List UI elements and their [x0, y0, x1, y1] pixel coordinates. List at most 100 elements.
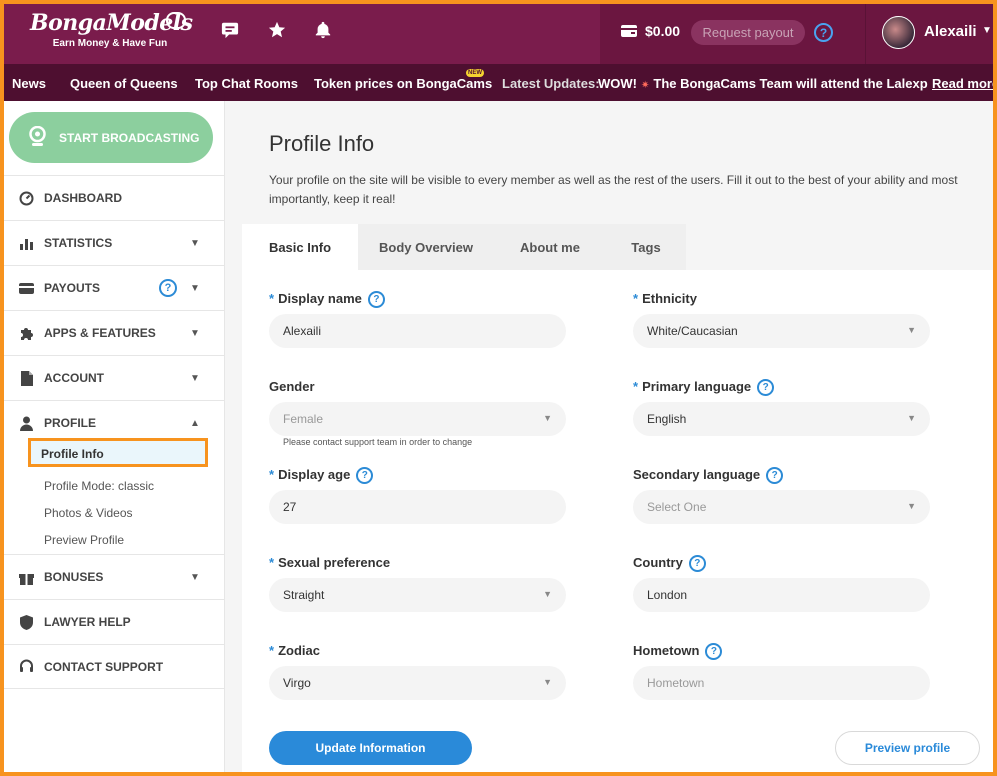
- chevron-down-icon: ▼: [907, 413, 916, 423]
- main-content: Profile Info Your profile on the site wi…: [225, 101, 993, 772]
- sidebar-sub-preview-profile[interactable]: Preview Profile: [44, 533, 124, 547]
- label-text: Display name: [278, 291, 362, 306]
- user-icon: [20, 416, 33, 431]
- sidebar-sub-label: Profile Info: [41, 447, 104, 461]
- gift-icon: [19, 573, 34, 585]
- required-mark: *: [269, 555, 275, 570]
- gender-note: Please contact support team in order to …: [283, 437, 473, 447]
- ethnicity-select[interactable]: White/Caucasian ▼: [633, 314, 930, 348]
- field-value: Female: [283, 412, 324, 426]
- sexual-preference-select[interactable]: Straight ▼: [269, 578, 566, 612]
- required-mark: *: [269, 643, 275, 658]
- token-prices-link[interactable]: Token prices on BongaCams: [314, 76, 492, 91]
- update-information-button[interactable]: Update Information: [269, 731, 472, 765]
- chevron-down-icon: ▼: [190, 327, 200, 339]
- help-icon[interactable]: ?: [356, 467, 374, 485]
- field-value: Alexaili: [283, 324, 322, 338]
- sparkle-icon: ✷: [640, 80, 650, 91]
- chevron-down-icon: ▼: [190, 237, 200, 249]
- required-mark: *: [633, 379, 639, 394]
- sidebar-sub-profile-info[interactable]: Profile Info: [28, 438, 208, 467]
- sidebar-item-payouts[interactable]: PAYOUTS ? ▼: [4, 265, 224, 310]
- chevron-down-icon: ▼: [543, 589, 552, 599]
- field-value: Straight: [283, 588, 325, 602]
- news-link[interactable]: News: [12, 76, 46, 91]
- queen-of-queens-link[interactable]: Queen of Queens: [70, 76, 178, 91]
- hometown-label: Hometown?: [633, 643, 723, 661]
- required-mark: *: [269, 291, 275, 306]
- label-text: Display age: [278, 467, 351, 482]
- sidebar-item-bonuses[interactable]: BONUSES ▼: [4, 554, 224, 599]
- zodiac-label: * Zodiac: [269, 643, 320, 658]
- webcam-icon: [29, 126, 46, 146]
- sidebar-sub-profile-mode[interactable]: Profile Mode: classic: [44, 479, 154, 493]
- favorites-star-icon[interactable]: [267, 20, 287, 40]
- zodiac-select[interactable]: Virgo ▼: [269, 666, 566, 700]
- help-icon[interactable]: ?: [705, 643, 723, 661]
- logo-tagline: Earn Money & Have Fun: [52, 38, 168, 49]
- sexual-preference-label: * Sexual preference: [269, 555, 390, 570]
- sidebar-item-contact-support[interactable]: CONTACT SUPPORT: [4, 644, 224, 689]
- sidebar-item-dashboard[interactable]: DASHBOARD: [4, 175, 224, 220]
- messages-icon[interactable]: [220, 20, 240, 40]
- profile-tabs: Basic Info Body Overview About me Tags: [242, 224, 993, 270]
- wallet-icon: [19, 282, 34, 294]
- help-icon[interactable]: ?: [814, 23, 833, 42]
- chevron-down-icon: ▼: [907, 501, 916, 511]
- display-age-field[interactable]: 27: [269, 490, 566, 524]
- sidebar-item-statistics[interactable]: STATISTICS ▼: [4, 220, 224, 265]
- help-icon[interactable]: ?: [367, 291, 385, 309]
- label-text: Zodiac: [278, 643, 320, 658]
- tab-tags[interactable]: Tags: [606, 224, 686, 270]
- request-payout-button[interactable]: Request payout: [691, 20, 805, 45]
- hometown-field[interactable]: Hometown: [633, 666, 930, 700]
- field-placeholder: Hometown: [647, 676, 705, 690]
- label-text: Primary language: [642, 379, 752, 394]
- sidebar-sub-photos-videos[interactable]: Photos & Videos: [44, 506, 133, 520]
- sidebar-item-label: ACCOUNT: [44, 371, 104, 385]
- label-text: Hometown: [633, 643, 700, 658]
- bongamodels-logo[interactable]: BongaModels Earn Money & Have Fun: [30, 10, 193, 56]
- country-field[interactable]: London: [633, 578, 930, 612]
- chevron-down-icon: ▼: [907, 325, 916, 335]
- tab-about-me[interactable]: About me: [494, 224, 606, 270]
- help-icon[interactable]: ?: [757, 379, 775, 397]
- chevron-down-icon: ▼: [543, 413, 552, 423]
- sidebar-item-label: APPS & FEATURES: [44, 326, 156, 340]
- sidebar-item-label: LAWYER HELP: [44, 615, 131, 629]
- username[interactable]: Alexaili: [924, 23, 977, 40]
- secondary-language-select[interactable]: Select One ▼: [633, 490, 930, 524]
- preview-profile-button[interactable]: Preview profile: [835, 731, 980, 765]
- sidebar-item-label: DASHBOARD: [44, 191, 122, 205]
- help-icon[interactable]: ?: [766, 467, 784, 485]
- chevron-down-icon[interactable]: ▼: [982, 25, 992, 36]
- sidebar-item-label: PAYOUTS: [44, 281, 101, 295]
- gauge-icon: [19, 191, 34, 205]
- news-ticker[interactable]: WOW! ✷ The BongaCams Team will attend the …: [598, 76, 928, 91]
- ethnicity-label: * Ethnicity: [633, 291, 697, 306]
- chevron-down-icon: ▼: [190, 571, 200, 583]
- primary-language-select[interactable]: English ▼: [633, 402, 930, 436]
- chevron-down-icon: ▼: [190, 282, 200, 294]
- sidebar-item-label: STATISTICS: [44, 236, 113, 250]
- read-more-link[interactable]: Read more: [932, 76, 997, 91]
- field-value: London: [647, 588, 688, 602]
- avatar[interactable]: [882, 16, 915, 49]
- bar-chart-icon: [20, 238, 33, 250]
- help-icon[interactable]: ?: [159, 279, 177, 297]
- notifications-bell-icon[interactable]: [313, 20, 333, 40]
- tab-body-overview[interactable]: Body Overview: [358, 224, 494, 270]
- sidebar-item-apps-features[interactable]: APPS & FEATURES ▼: [4, 310, 224, 355]
- tab-basic-info[interactable]: Basic Info: [242, 224, 358, 270]
- balance-amount: $0.00: [645, 23, 681, 39]
- page-title: Profile Info: [269, 131, 375, 156]
- sidebar-item-account[interactable]: ACCOUNT ▼: [4, 355, 224, 400]
- display-name-field[interactable]: Alexaili: [269, 314, 566, 348]
- top-chat-rooms-link[interactable]: Top Chat Rooms: [195, 76, 298, 91]
- field-placeholder: Select One: [647, 500, 707, 514]
- chevron-down-icon: ▼: [543, 677, 552, 687]
- display-age-label: * Display age?: [269, 467, 374, 485]
- help-icon[interactable]: ?: [688, 555, 706, 573]
- sidebar-item-lawyer-help[interactable]: LAWYER HELP: [4, 599, 224, 644]
- start-broadcasting-button[interactable]: START BROADCASTING: [9, 112, 213, 163]
